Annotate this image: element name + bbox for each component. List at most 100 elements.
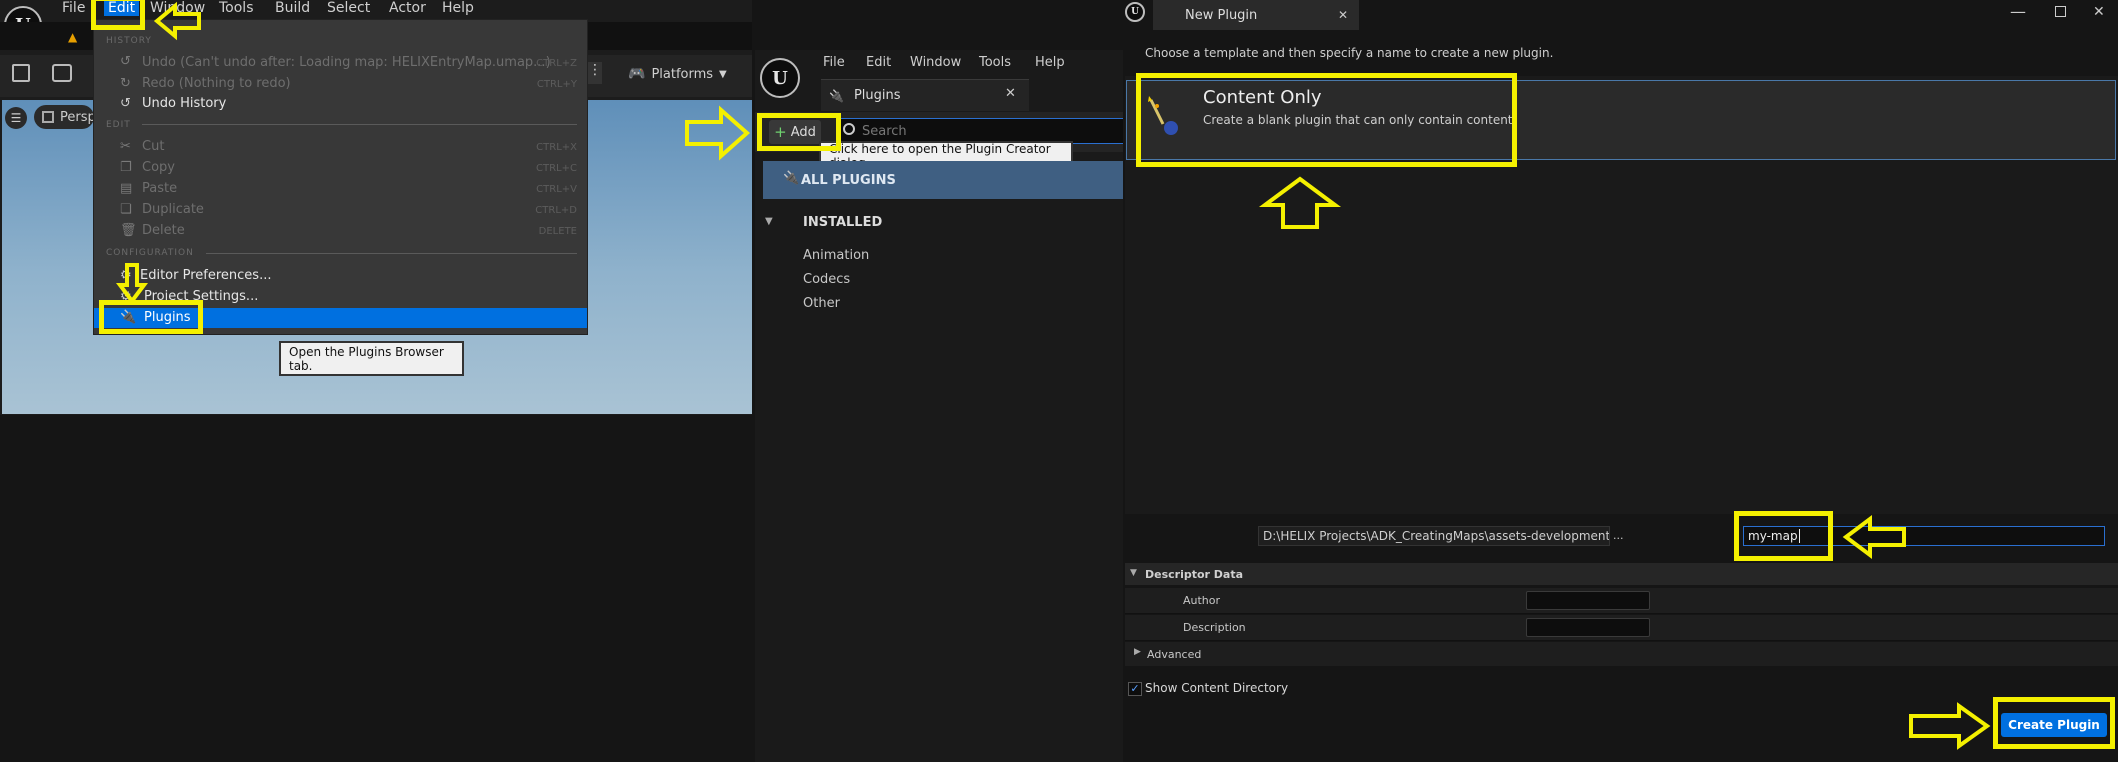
menu-select[interactable]: Select bbox=[327, 0, 370, 16]
paste-icon: ▤ bbox=[120, 181, 133, 196]
show-content-dir-checkbox[interactable]: ✓ bbox=[1128, 682, 1142, 696]
configuration-section-header: CONFIGURATION bbox=[106, 248, 194, 258]
browse-path-button[interactable]: ... bbox=[1613, 526, 1625, 546]
history-section-header: HISTORY bbox=[106, 36, 152, 46]
plugin-icon: 🔌 bbox=[783, 171, 800, 186]
copy-icon: ❐ bbox=[120, 160, 132, 175]
menu-file[interactable]: File bbox=[62, 0, 85, 16]
tab-plugins-label: Plugins bbox=[853, 88, 901, 103]
tab-new-plugin[interactable]: New Plugin bbox=[1153, 0, 1359, 30]
close-window-icon[interactable]: ✕ bbox=[2093, 4, 2105, 20]
highlight-edit-menu bbox=[91, 0, 145, 30]
menu-undo-history[interactable]: Undo History bbox=[142, 96, 226, 111]
close-tab-icon[interactable]: ✕ bbox=[1338, 8, 1348, 22]
content-browser-icon[interactable] bbox=[52, 64, 72, 82]
plugin-icon: 🔌 bbox=[829, 88, 844, 103]
chevron-down-icon: ▼ bbox=[719, 68, 727, 80]
divider bbox=[206, 253, 577, 254]
highlight-add-button bbox=[757, 113, 841, 151]
left-editor-panel: U File Edit Window Tools Build Select Ac… bbox=[0, 0, 752, 415]
cut-shortcut: CTRL+X bbox=[536, 142, 577, 153]
menu-redo[interactable]: Redo (Nothing to redo) bbox=[142, 76, 291, 91]
platforms-button[interactable]: 🎮 Platforms ▼ bbox=[628, 62, 727, 86]
viewport-menu-icon[interactable]: ☰ bbox=[5, 107, 27, 129]
menu-editor-preferences[interactable]: Editor Preferences... bbox=[140, 268, 271, 283]
gamepad-icon: 🎮 bbox=[628, 66, 646, 82]
author-label: Author bbox=[1183, 594, 1221, 607]
tab-plugins[interactable]: 🔌 Plugins bbox=[821, 79, 1029, 111]
menu-edit[interactable]: Edit bbox=[866, 55, 891, 70]
arrow-down-icon bbox=[116, 263, 148, 305]
author-input[interactable] bbox=[1526, 591, 1650, 610]
expand-icon: ▶ bbox=[1134, 647, 1141, 657]
platforms-label: Platforms bbox=[651, 66, 714, 82]
tab-new-plugin-label: New Plugin bbox=[1185, 7, 1258, 23]
menu-undo[interactable]: Undo (Can't undo after: Loading map: HEL… bbox=[142, 55, 551, 70]
category-animation[interactable]: Animation bbox=[803, 248, 869, 263]
all-plugins-label: ALL PLUGINS bbox=[801, 172, 896, 188]
menu-file[interactable]: File bbox=[823, 55, 845, 70]
unreal-logo-icon[interactable]: U bbox=[760, 58, 800, 98]
duplicate-icon: ❏ bbox=[120, 202, 132, 217]
maximize-icon[interactable] bbox=[2055, 6, 2066, 17]
undo-history-icon: ↺ bbox=[120, 96, 131, 111]
menu-tools[interactable]: Tools bbox=[979, 55, 1011, 70]
plugins-window: U File Edit Window Tools Help 🔌 Plugins … bbox=[755, 50, 1123, 762]
save-icon[interactable] bbox=[12, 64, 30, 82]
category-other[interactable]: Other bbox=[803, 296, 840, 311]
divider bbox=[142, 124, 577, 125]
highlight-create-button bbox=[1993, 697, 2115, 749]
menu-window[interactable]: Window bbox=[910, 55, 961, 70]
warning-icon: ▲ bbox=[68, 30, 78, 44]
installed-expand-icon[interactable]: ▼ bbox=[765, 216, 773, 227]
paste-shortcut: CTRL+V bbox=[536, 184, 577, 195]
undo-icon: ↺ bbox=[120, 54, 131, 69]
descriptor-header-row[interactable]: Descriptor Data bbox=[1125, 563, 2118, 585]
description-input[interactable] bbox=[1526, 618, 1650, 637]
menu-cut[interactable]: Cut bbox=[142, 139, 164, 154]
advanced-label: Advanced bbox=[1147, 648, 1202, 661]
redo-shortcut: CTRL+Y bbox=[536, 79, 577, 90]
menu-actor[interactable]: Actor bbox=[389, 0, 426, 16]
highlight-name-input bbox=[1734, 511, 1833, 561]
unreal-logo-icon: U bbox=[1125, 2, 1145, 22]
menu-tools[interactable]: Tools bbox=[219, 0, 254, 16]
plugins-tooltip: Open the Plugins Browser tab. bbox=[279, 341, 464, 376]
menu-copy[interactable]: Copy bbox=[142, 160, 175, 175]
arrow-right-icon bbox=[1909, 702, 1991, 750]
instruction-text: Choose a template and then specify a nam… bbox=[1145, 46, 1554, 60]
highlight-template bbox=[1136, 73, 1517, 167]
menu-paste[interactable]: Paste bbox=[142, 181, 177, 196]
undo-shortcut: CTRL+Z bbox=[536, 58, 577, 69]
highlight-plugins-item bbox=[99, 300, 203, 334]
arrow-left-icon bbox=[153, 1, 201, 41]
edit-dropdown-menu: HISTORY ↺ Undo (Can't undo after: Loadin… bbox=[93, 19, 588, 335]
all-plugins-row[interactable]: ALL PLUGINS bbox=[763, 161, 1123, 199]
toolbar-more-icon[interactable]: ⋮ bbox=[588, 62, 602, 84]
close-tab-icon[interactable]: ✕ bbox=[1005, 86, 1016, 101]
minimize-icon[interactable]: — bbox=[2010, 2, 2026, 21]
menu-delete[interactable]: Delete bbox=[142, 223, 185, 238]
copy-shortcut: CTRL+C bbox=[536, 163, 577, 174]
arrow-right-icon bbox=[685, 105, 751, 161]
cut-icon: ✂ bbox=[120, 139, 131, 154]
advanced-row[interactable] bbox=[1125, 642, 2118, 666]
redo-icon: ↻ bbox=[120, 76, 131, 91]
installed-header[interactable]: INSTALLED bbox=[803, 215, 882, 230]
menu-build[interactable]: Build bbox=[275, 0, 310, 16]
menu-help[interactable]: Help bbox=[1035, 55, 1065, 70]
menu-help[interactable]: Help bbox=[442, 0, 474, 16]
delete-shortcut: DELETE bbox=[538, 226, 577, 237]
cube-icon bbox=[42, 111, 54, 123]
show-content-dir-label: Show Content Directory bbox=[1145, 681, 1289, 695]
edit-section-header: EDIT bbox=[106, 120, 131, 130]
duplicate-shortcut: CTRL+D bbox=[535, 205, 577, 216]
path-input[interactable]: D:\HELIX Projects\ADK_CreatingMaps\asset… bbox=[1258, 526, 1610, 546]
delete-icon: 🗑 bbox=[120, 223, 137, 238]
search-icon bbox=[843, 123, 855, 135]
perspective-label: Persp bbox=[60, 109, 94, 125]
descriptor-header: Descriptor Data bbox=[1145, 567, 1244, 581]
category-codecs[interactable]: Codecs bbox=[803, 272, 850, 287]
collapse-icon: ▼ bbox=[1130, 568, 1137, 578]
menu-duplicate[interactable]: Duplicate bbox=[142, 202, 204, 217]
